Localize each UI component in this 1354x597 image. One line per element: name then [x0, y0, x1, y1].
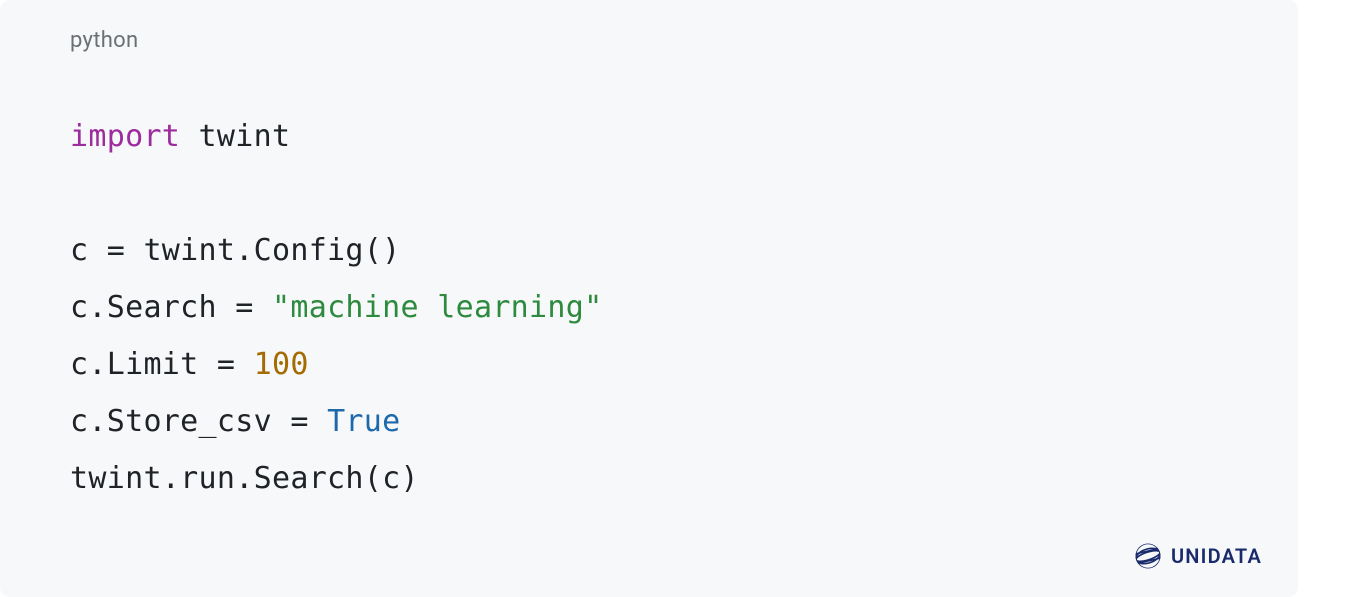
watermark-label: UNIDATA — [1171, 544, 1262, 568]
globe-sphere-icon — [1135, 543, 1161, 569]
code-token: c.Store_csv = — [70, 404, 327, 439]
code-token: c.Limit = — [70, 347, 254, 382]
code-block: python import twint c = twint.Config() c… — [0, 0, 1298, 597]
code-token: 100 — [254, 347, 309, 382]
code-token: import — [70, 119, 180, 154]
watermark: UNIDATA — [1135, 543, 1262, 569]
code-content: import twint c = twint.Config() c.Search… — [70, 108, 1228, 507]
code-token: twint — [180, 119, 290, 154]
code-language-label: python — [70, 28, 1228, 53]
code-token: c = twint.Config() — [70, 233, 401, 268]
code-token: True — [327, 404, 400, 439]
code-token: c.Search = — [70, 290, 272, 325]
code-token: twint.run.Search(c) — [70, 461, 419, 496]
code-token: "machine learning" — [272, 290, 603, 325]
